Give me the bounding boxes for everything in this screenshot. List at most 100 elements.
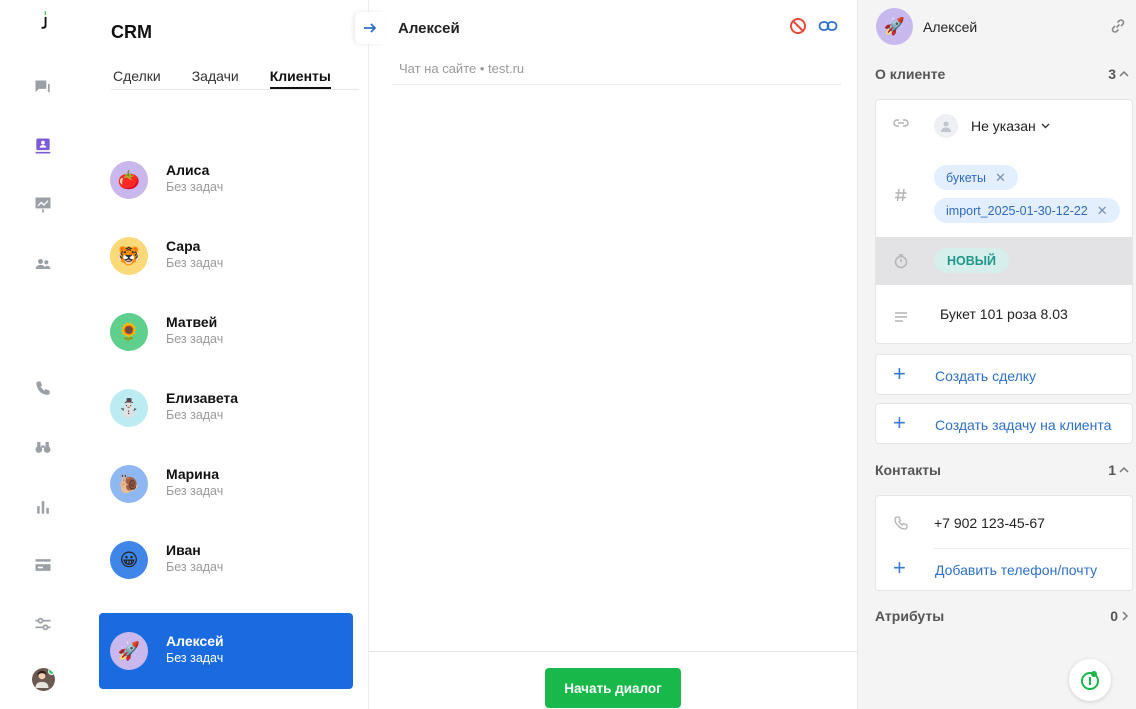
add-contact-button[interactable]: + Добавить телефон/почту: [876, 551, 1132, 589]
snail-icon: 🐌: [110, 465, 148, 503]
plus-icon: +: [893, 410, 906, 435]
smile-icon: 😀: [110, 541, 148, 579]
phone-icon[interactable]: [30, 376, 56, 402]
status-badge: НОВЫЙ: [934, 248, 1009, 273]
binoculars-icon[interactable]: [30, 434, 56, 460]
assignee-avatar-icon: [934, 114, 958, 138]
client-list-item[interactable]: 🐯 Сара Без задач: [99, 218, 353, 294]
about-section-title: О клиенте: [875, 66, 946, 82]
widget-launcher-button[interactable]: [1069, 659, 1111, 701]
client-name: Марина: [166, 466, 220, 482]
chat-panel: Алексей Чат на сайте • test.ru Начать ди…: [368, 0, 858, 709]
link-icon[interactable]: [818, 17, 838, 38]
chat-header-divider: [392, 84, 841, 85]
contacts-section-toggle[interactable]: 1: [1108, 462, 1129, 478]
tomato-icon: 🍅: [110, 161, 148, 199]
chat-source: Чат на сайте • test.ru: [399, 61, 525, 76]
phone-icon: [892, 514, 910, 532]
tiger-icon: 🐯: [110, 237, 148, 275]
tag-chip[interactable]: букеты ✕: [934, 165, 1018, 190]
client-list-item[interactable]: 🚀 Алексей Без задач: [99, 613, 353, 689]
client-details-panel: 🚀 Алексей О клиенте 3 Не указан букеты ✕ …: [857, 0, 1136, 709]
online-indicator: [48, 668, 55, 675]
client-task-status: Без задач: [166, 560, 224, 574]
hashtag-icon: [892, 186, 910, 204]
tag-label: import_2025-01-30-12-22: [946, 203, 1088, 218]
user-avatar[interactable]: [32, 668, 55, 691]
team-icon[interactable]: [30, 251, 56, 277]
tag-remove-icon[interactable]: ✕: [995, 170, 1006, 186]
chat-header-actions: [789, 17, 838, 38]
collapse-arrow-button[interactable]: [355, 12, 385, 44]
tab-clients[interactable]: Клиенты: [269, 68, 331, 89]
tabs: Сделки Задачи Клиенты: [113, 68, 362, 89]
client-list-item[interactable]: 🌻 Матвей Без задач: [99, 294, 353, 370]
snowman-icon: ⛄: [110, 389, 148, 427]
tag-remove-icon[interactable]: ✕: [1097, 203, 1108, 219]
logo-icon: [41, 11, 47, 29]
page-title: CRM: [111, 22, 152, 42]
client-list-item[interactable]: 🍅 Алиса Без задач: [99, 142, 353, 218]
attributes-count: 0: [1110, 608, 1118, 624]
copy-link-icon[interactable]: [1110, 18, 1126, 37]
create-task-button[interactable]: + Создать задачу на клиента: [875, 403, 1133, 444]
analytics-icon[interactable]: [30, 494, 56, 520]
create-deal-label: Создать сделку: [935, 368, 1037, 384]
start-dialog-button[interactable]: Начать диалог: [545, 668, 681, 708]
nav-rail: [0, 0, 84, 709]
tag-label: букеты: [946, 170, 986, 185]
assignee-value: Не указан: [971, 118, 1036, 134]
rocket-icon: 🚀: [110, 632, 148, 670]
client-list-item[interactable]: 🐌 Марина Без задач: [99, 446, 353, 522]
tab-tasks[interactable]: Задачи: [192, 68, 239, 89]
assignee-select[interactable]: Не указан: [934, 114, 1050, 138]
clients-icon[interactable]: [30, 133, 56, 159]
sunflower-icon: 🌻: [110, 313, 148, 351]
attributes-section-toggle[interactable]: 0: [1110, 608, 1129, 624]
chevron-down-icon: [1041, 123, 1050, 129]
create-deal-button[interactable]: + Создать сделку: [875, 354, 1133, 395]
client-name: Матвей: [166, 314, 218, 330]
attributes-section-title: Атрибуты: [875, 608, 945, 624]
chevron-right-icon: [1122, 611, 1129, 621]
clients-list-panel: CRM Сделки Задачи Клиенты 🍅 Алиса Без зада…: [84, 0, 368, 709]
tabs-divider: [111, 89, 359, 90]
client-name: Иван: [166, 542, 201, 558]
plus-icon: +: [893, 555, 906, 580]
chat-contact-name: Алексей: [398, 20, 460, 37]
chevron-up-icon: [1119, 70, 1129, 77]
chevron-up-icon: [1119, 466, 1129, 473]
client-task-status: Без задач: [166, 651, 224, 665]
tag-chip[interactable]: import_2025-01-30-12-22 ✕: [934, 198, 1120, 223]
reports-board-icon[interactable]: [30, 192, 56, 218]
client-list-item[interactable]: ⛄ Елизавета Без задач: [99, 370, 353, 446]
client-note[interactable]: Букет 101 роза 8.03: [940, 306, 1068, 322]
client-task-status: Без задач: [166, 408, 224, 422]
billing-card-icon[interactable]: [30, 552, 56, 578]
client-task-status: Без задач: [166, 484, 224, 498]
arrow-right-icon: [364, 23, 377, 33]
chats-icon[interactable]: [30, 75, 56, 101]
about-count: 3: [1108, 66, 1116, 82]
client-name: Алиса: [166, 162, 210, 178]
settings-sliders-icon[interactable]: [30, 611, 56, 637]
note-lines-icon: [892, 308, 910, 326]
client-list-item[interactable]: 😀 Иван Без задач: [99, 522, 353, 598]
client-name: Алексей: [923, 19, 978, 35]
phone-value[interactable]: +7 902 123-45-67: [934, 515, 1045, 531]
client-avatar: 🚀: [876, 8, 913, 45]
about-card: Не указан букеты ✕ import_2025-01-30-12-2…: [875, 99, 1133, 344]
about-section-toggle[interactable]: 3: [1108, 66, 1129, 82]
status-timer-icon: [892, 252, 910, 270]
block-icon[interactable]: [789, 17, 807, 38]
chat-footer-divider: [369, 651, 858, 652]
client-name: Елизавета: [166, 390, 239, 406]
tab-deals[interactable]: Сделки: [113, 68, 161, 89]
contacts-count: 1: [1108, 462, 1116, 478]
contacts-section-title: Контакты: [875, 462, 942, 478]
status-row[interactable]: НОВЫЙ: [876, 237, 1132, 285]
contact-divider: [934, 548, 1130, 549]
plus-icon: +: [893, 361, 906, 386]
client-task-status: Без задач: [166, 256, 224, 270]
client-name: Сара: [166, 238, 201, 254]
